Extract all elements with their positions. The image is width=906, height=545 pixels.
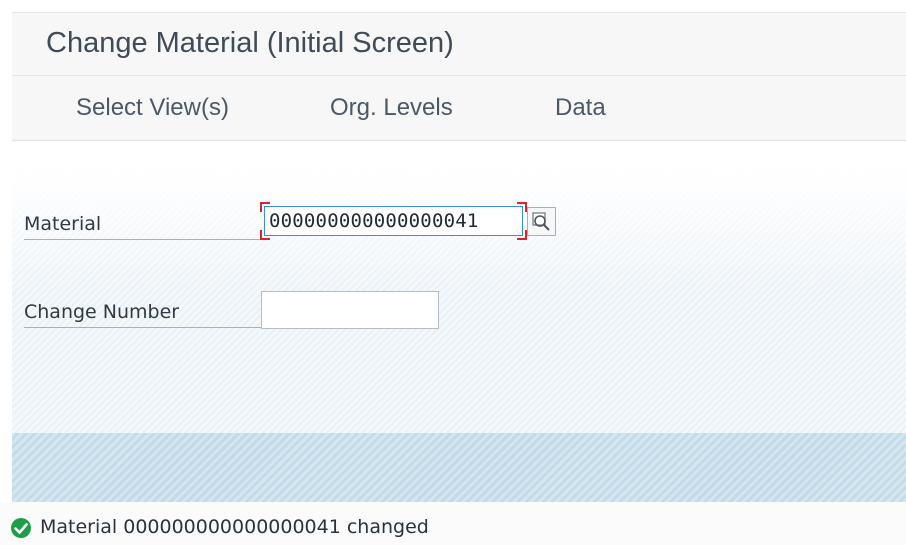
data-button[interactable]: Data [555, 94, 606, 122]
content-area [12, 141, 906, 433]
sap-window: Change Material (Initial Screen) Select … [12, 12, 906, 503]
material-label: Material [24, 209, 262, 240]
material-input[interactable] [264, 206, 523, 236]
org-levels-button[interactable]: Org. Levels [330, 94, 453, 122]
status-bar: Material 000000000000000041 changed [0, 502, 906, 545]
application-toolbar: Select View(s) Org. Levels Data [12, 76, 906, 141]
select-views-button[interactable]: Select View(s) [76, 94, 229, 122]
page-title: Change Material (Initial Screen) [46, 27, 454, 59]
success-check-icon [11, 518, 31, 538]
value-help-icon [532, 212, 550, 231]
change-number-input[interactable] [261, 291, 439, 329]
title-bar: Change Material (Initial Screen) [12, 13, 906, 76]
status-message[interactable]: Material 000000000000000041 changed [40, 516, 429, 538]
value-help-button[interactable] [527, 207, 556, 236]
material-field-focus [260, 202, 527, 240]
change-number-label: Change Number [24, 297, 262, 328]
footer-band [12, 433, 906, 503]
